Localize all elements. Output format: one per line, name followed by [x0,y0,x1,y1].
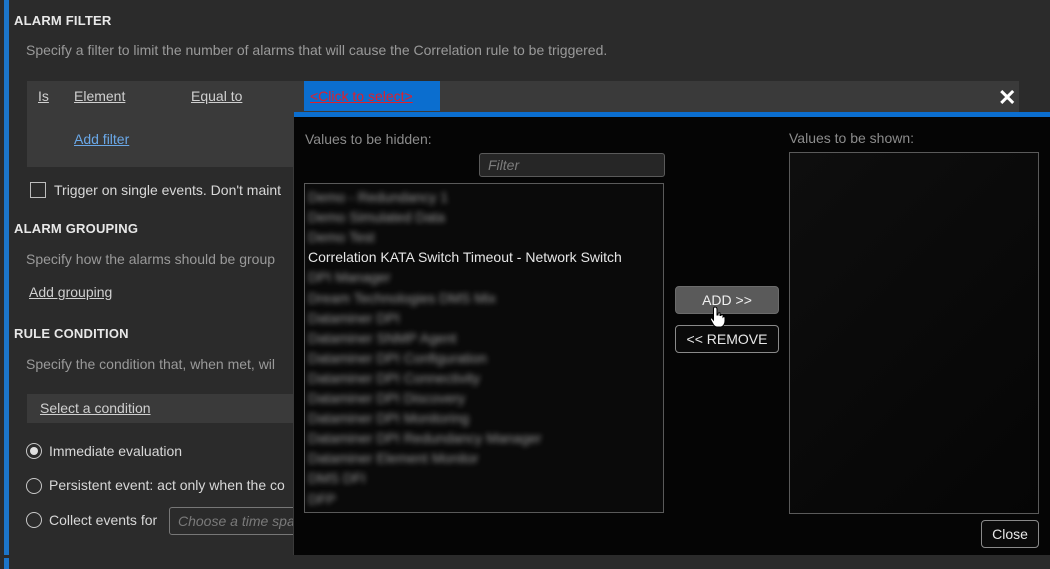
section-accent-bar-bottom [4,558,9,569]
add-filter-link[interactable]: Add filter [74,131,129,147]
values-hidden-list[interactable]: Demo - Redundancy 1 Demo Simulated Data De… [304,183,664,513]
filter-header-equal-to[interactable]: Equal to [191,88,242,104]
values-hidden-label: Values to be hidden: [305,131,432,147]
list-item[interactable]: Dataminer DPI Configuration [308,350,487,366]
list-item[interactable]: Demo Simulated Data [308,209,445,225]
list-item[interactable]: Dataminer DPI Monitoring [308,410,469,426]
time-span-input[interactable]: Choose a time spa [169,507,311,535]
filter-placeholder: Filter [488,157,520,173]
list-item[interactable]: Dataminer Element Monitor [308,450,478,466]
list-item[interactable]: Dataminer DPI Redundancy Manager [308,430,541,446]
list-item[interactable]: Correlation KATA Switch Timeout - Networ… [308,249,622,265]
filter-header-element[interactable]: Element [74,88,125,104]
section-accent-bar [4,0,9,555]
list-item[interactable]: Dataminer SNMP Agent [308,330,456,346]
list-item[interactable]: DFP [308,491,336,507]
filter-input[interactable]: Filter [479,153,665,177]
remove-button[interactable]: << REMOVE [675,325,779,353]
close-icon[interactable]: ✕ [998,85,1016,111]
list-item[interactable]: Dream Technologies DMS Mix [308,290,496,306]
radio-immediate-evaluation[interactable] [26,443,42,459]
list-item[interactable]: DPI Manager [308,269,390,285]
list-item[interactable]: DMS DFI [308,470,366,486]
add-button[interactable]: ADD >> [675,286,779,314]
close-button[interactable]: Close [981,520,1039,548]
alarm-grouping-description: Specify how the alarms should be group [26,251,276,267]
list-item[interactable]: Dataminer DPI Connectivity [308,370,480,386]
alarm-grouping-title: ALARM GROUPING [14,221,139,236]
list-item[interactable]: Demo Test [308,229,375,245]
click-to-select-button[interactable]: <Click to select> [304,81,440,111]
immediate-evaluation-label: Immediate evaluation [49,443,183,459]
add-grouping-link[interactable]: Add grouping [29,284,112,300]
values-shown-label: Values to be shown: [789,130,915,146]
radio-persistent-event[interactable] [26,478,42,494]
select-condition-box[interactable]: Select a condition [27,394,297,423]
list-item[interactable]: Demo - Redundancy 1 [308,189,448,205]
alarm-filter-description: Specify a filter to limit the number of … [26,42,608,58]
select-condition-link[interactable]: Select a condition [40,400,151,416]
hand-cursor-icon [709,306,726,328]
values-shown-list[interactable] [789,152,1039,514]
persistent-event-label: Persistent event: act only when the co [49,477,285,493]
radio-collect-events[interactable] [26,512,42,528]
collect-events-label: Collect events for [49,512,158,528]
list-item[interactable]: Dataminer DPI Discovery [308,390,465,406]
rule-condition-description: Specify the condition that, when met, wi… [26,356,276,372]
time-span-placeholder: Choose a time spa [178,513,295,529]
trigger-single-events-checkbox[interactable] [30,182,46,198]
list-item[interactable]: Dataminer DPI [308,310,400,326]
rule-condition-title: RULE CONDITION [14,326,129,341]
click-to-select-label: <Click to select> [310,88,413,104]
filter-header-is[interactable]: Is [38,88,49,104]
popup-border [293,112,294,555]
alarm-filter-title: ALARM FILTER [14,13,112,28]
trigger-single-events-label: Trigger on single events. Don't maint [54,182,282,198]
